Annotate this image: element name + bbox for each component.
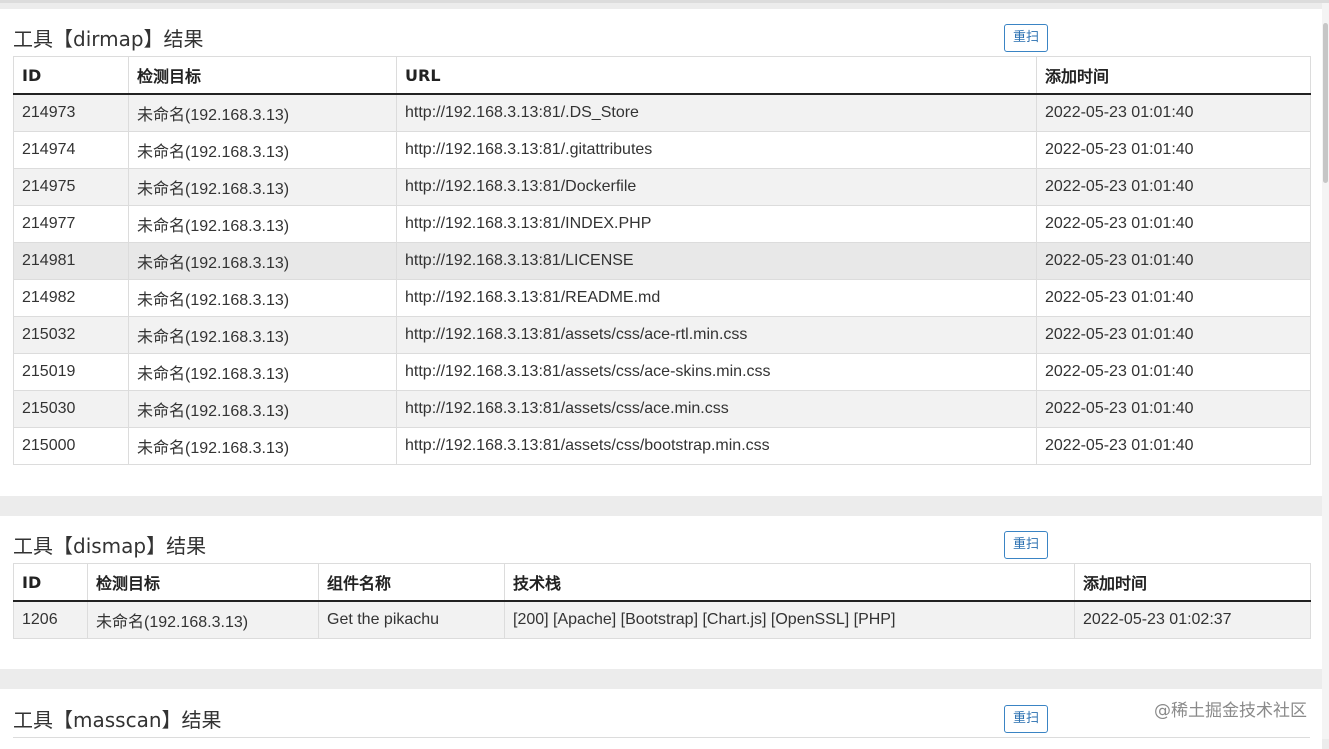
- table-cell: 2022-05-23 01:01:40: [1036, 427, 1311, 465]
- column-header: 技术栈: [504, 563, 1075, 602]
- table-cell: 2022-05-23 01:01:40: [1036, 316, 1311, 354]
- dirmap-title: 工具【dirmap】结果: [13, 27, 204, 51]
- table-row[interactable]: 215032 未命名(192.168.3.13) http://192.168.3.…: [13, 316, 1311, 354]
- table-cell: 2022-05-23 01:02:37: [1074, 600, 1311, 639]
- column-header: 检测目标: [128, 56, 397, 95]
- table-cell: http://192.168.3.13:81/assets/css/ace-rt…: [396, 316, 1037, 354]
- table-header-row: ID 检测目标 组件名称 技术栈 添加时间: [13, 563, 1311, 602]
- table-cell: 未命名(192.168.3.13): [87, 600, 319, 639]
- table-row[interactable]: 214975 未命名(192.168.3.13) http://192.168.3.…: [13, 168, 1311, 206]
- table-cell: http://192.168.3.13:81/assets/css/ace.mi…: [396, 390, 1037, 428]
- table-cell: 214975: [13, 168, 129, 206]
- column-header: 检测目标: [87, 563, 319, 602]
- table-cell: [200] [Apache] [Bootstrap] [Chart.js] [O…: [504, 600, 1075, 639]
- table-cell: 未命名(192.168.3.13): [128, 242, 397, 280]
- table-cell: 2022-05-23 01:01:40: [1036, 131, 1311, 169]
- table-cell: 未命名(192.168.3.13): [128, 93, 397, 132]
- table-row[interactable]: 214981 未命名(192.168.3.13) http://192.168.3.…: [13, 242, 1311, 280]
- table-cell: http://192.168.3.13:81/.gitattributes: [396, 131, 1037, 169]
- table-cell: 214982: [13, 279, 129, 317]
- table-cell: http://192.168.3.13:81/LICENSE: [396, 242, 1037, 280]
- table-cell: 214974: [13, 131, 129, 169]
- table-cell: 214981: [13, 242, 129, 280]
- top-border: [0, 0, 1329, 3]
- table-cell: http://192.168.3.13:81/Dockerfile: [396, 168, 1037, 206]
- table-cell: 未命名(192.168.3.13): [128, 427, 397, 465]
- table-cell: http://192.168.3.13:81/README.md: [396, 279, 1037, 317]
- table-row[interactable]: 214982 未命名(192.168.3.13) http://192.168.3.…: [13, 279, 1311, 317]
- table-cell: 2022-05-23 01:01:40: [1036, 93, 1311, 132]
- dismap-table: ID 检测目标 组件名称 技术栈 添加时间 1206 未命名(192.168.3.13) G…: [13, 563, 1311, 639]
- page-scrollbar[interactable]: [1322, 3, 1329, 739]
- dirmap-table: ID 检测目标 URL 添加时间 214973 未命名(192.168.3.13) htt…: [13, 56, 1311, 465]
- column-header: ID: [13, 563, 88, 602]
- dismap-rescan-button[interactable]: 重扫: [1004, 531, 1048, 559]
- column-header: 添加时间: [1074, 563, 1311, 602]
- table-cell: 未命名(192.168.3.13): [128, 353, 397, 391]
- table-cell: 215030: [13, 390, 129, 428]
- masscan-title: 工具【masscan】结果: [13, 708, 222, 732]
- table-cell: 215000: [13, 427, 129, 465]
- table-cell: 2022-05-23 01:01:40: [1036, 390, 1311, 428]
- column-header: URL: [396, 56, 1037, 95]
- table-cell: 未命名(192.168.3.13): [128, 279, 397, 317]
- table-cell: 2022-05-23 01:01:40: [1036, 242, 1311, 280]
- table-cell: 2022-05-23 01:01:40: [1036, 353, 1311, 391]
- table-row[interactable]: 214974 未命名(192.168.3.13) http://192.168.3.…: [13, 131, 1311, 169]
- dirmap-panel: 工具【dirmap】结果 重扫 ID 检测目标 URL 添加时间 214973 未命名(…: [0, 9, 1322, 496]
- dirmap-rescan-button[interactable]: 重扫: [1004, 24, 1048, 52]
- table-cell: http://192.168.3.13:81/assets/css/bootst…: [396, 427, 1037, 465]
- table-cell: http://192.168.3.13:81/assets/css/ace-sk…: [396, 353, 1037, 391]
- table-cell: 214973: [13, 93, 129, 132]
- table-cell: 1206: [13, 600, 88, 639]
- table-cell: 未命名(192.168.3.13): [128, 390, 397, 428]
- table-cell: 214977: [13, 205, 129, 243]
- table-cell: 2022-05-23 01:01:40: [1036, 168, 1311, 206]
- table-row[interactable]: 1206 未命名(192.168.3.13) Get the pikachu [200…: [13, 600, 1311, 639]
- table-cell: 未命名(192.168.3.13): [128, 131, 397, 169]
- table-cell: http://192.168.3.13:81/INDEX.PHP: [396, 205, 1037, 243]
- dismap-title: 工具【dismap】结果: [13, 534, 207, 558]
- table-cell: Get the pikachu: [318, 600, 505, 639]
- masscan-table-border: [13, 737, 1310, 738]
- watermark: @稀土掘金技术社区: [1154, 701, 1307, 721]
- table-cell: 未命名(192.168.3.13): [128, 205, 397, 243]
- scrollbar-thumb[interactable]: [1323, 23, 1328, 183]
- table-row[interactable]: 214977 未命名(192.168.3.13) http://192.168.3.…: [13, 205, 1311, 243]
- table-row[interactable]: 215030 未命名(192.168.3.13) http://192.168.3.…: [13, 390, 1311, 428]
- table-row[interactable]: 214973 未命名(192.168.3.13) http://192.168.3.…: [13, 93, 1311, 132]
- column-header: ID: [13, 56, 129, 95]
- table-cell: 215032: [13, 316, 129, 354]
- table-row[interactable]: 215000 未命名(192.168.3.13) http://192.168.3.…: [13, 427, 1311, 465]
- table-cell: 2022-05-23 01:01:40: [1036, 279, 1311, 317]
- dismap-panel: 工具【dismap】结果 重扫 ID 检测目标 组件名称 技术栈 添加时间 1206 未命…: [0, 516, 1322, 669]
- masscan-rescan-button[interactable]: 重扫: [1004, 705, 1048, 733]
- table-cell: http://192.168.3.13:81/.DS_Store: [396, 93, 1037, 132]
- table-cell: 未命名(192.168.3.13): [128, 168, 397, 206]
- table-row[interactable]: 215019 未命名(192.168.3.13) http://192.168.3.…: [13, 353, 1311, 391]
- table-cell: 215019: [13, 353, 129, 391]
- table-header-row: ID 检测目标 URL 添加时间: [13, 56, 1311, 95]
- masscan-panel: 工具【masscan】结果 重扫: [0, 689, 1322, 749]
- table-cell: 未命名(192.168.3.13): [128, 316, 397, 354]
- column-header: 组件名称: [318, 563, 505, 602]
- table-cell: 2022-05-23 01:01:40: [1036, 205, 1311, 243]
- column-header: 添加时间: [1036, 56, 1311, 95]
